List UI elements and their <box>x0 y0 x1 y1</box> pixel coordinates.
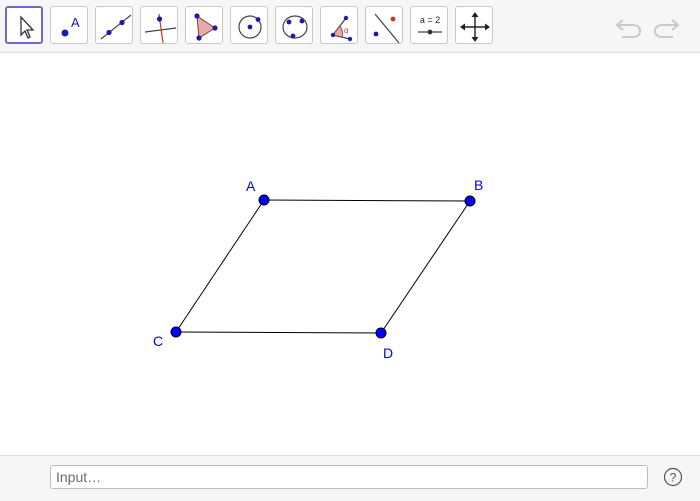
segments-layer <box>175 199 471 334</box>
tool-move[interactable] <box>5 6 43 44</box>
circle-center-point-icon <box>238 15 262 39</box>
tool-reflect[interactable] <box>365 6 403 44</box>
undo-icon[interactable] <box>614 14 644 40</box>
point-label-d[interactable]: D <box>383 345 393 361</box>
segment-ab[interactable] <box>263 199 471 202</box>
segment-bd[interactable] <box>380 200 471 334</box>
slider-icon-label: a = 2 <box>420 15 440 25</box>
slider-icon: a = 2 <box>418 15 442 35</box>
point-b[interactable] <box>464 195 476 207</box>
tool-circle-three-points[interactable] <box>275 6 313 44</box>
line-through-two-points-icon <box>100 14 132 40</box>
redo-icon[interactable] <box>651 14 681 40</box>
tool-polygon[interactable] <box>185 6 223 44</box>
angle-icon-symbol: α <box>344 26 349 35</box>
graphics-view[interactable]: A B C D <box>0 53 700 455</box>
help-icon-glyph: ? <box>670 471 677 485</box>
point-label-c[interactable]: C <box>153 333 163 349</box>
reflect-about-line-icon <box>373 13 400 44</box>
circle-through-three-points-icon <box>282 15 308 39</box>
input-bar: ? <box>0 455 700 501</box>
tool-angle[interactable]: α <box>320 6 358 44</box>
point-a[interactable] <box>258 194 270 206</box>
tool-circle[interactable] <box>230 6 268 44</box>
move-graphics-view-icon <box>460 12 490 42</box>
angle-icon: α <box>330 15 353 42</box>
move-cursor-icon <box>20 15 35 39</box>
segment-dc[interactable] <box>175 331 382 334</box>
tool-slider[interactable]: a = 2 <box>410 6 448 44</box>
point-d[interactable] <box>375 327 387 339</box>
point-label-b[interactable]: B <box>474 177 483 193</box>
tool-move-graphics[interactable] <box>455 6 493 44</box>
segment-ca[interactable] <box>175 199 265 333</box>
point-icon: A <box>61 15 80 37</box>
labels-layer: A B C D <box>153 177 483 361</box>
point-label-a[interactable]: A <box>246 178 256 194</box>
polygon-icon <box>194 13 218 41</box>
toolbar: A α a = 2 <box>0 0 700 53</box>
algebra-input[interactable] <box>50 465 648 489</box>
help-icon[interactable]: ? <box>663 467 683 487</box>
perpendicular-line-icon <box>144 13 177 44</box>
tool-point[interactable]: A <box>50 6 88 44</box>
point-icon-letter: A <box>71 15 80 30</box>
tool-line[interactable] <box>95 6 133 44</box>
points-layer <box>170 194 476 339</box>
point-c[interactable] <box>170 326 182 338</box>
tool-perpendicular[interactable] <box>140 6 178 44</box>
